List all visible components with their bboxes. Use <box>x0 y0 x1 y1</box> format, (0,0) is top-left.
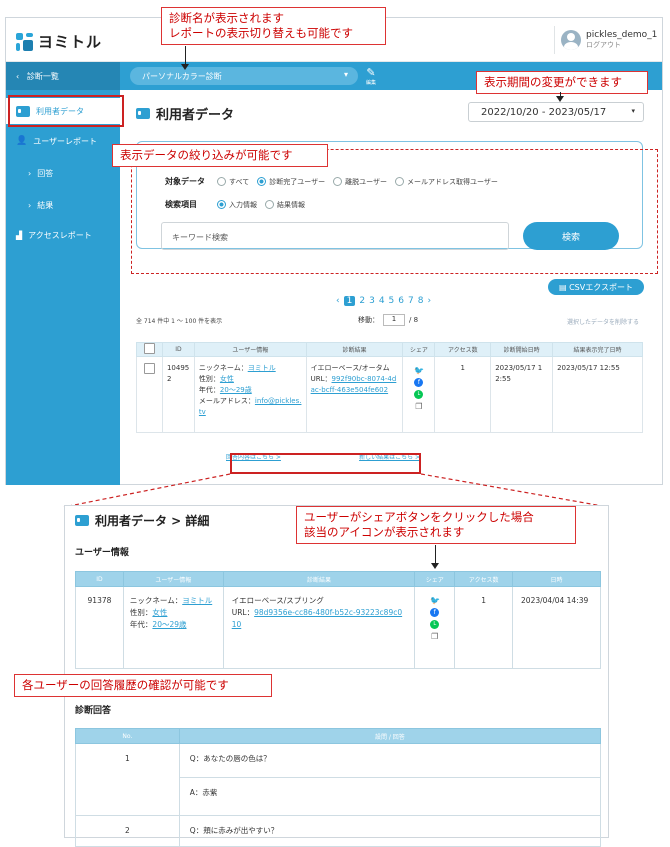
answer-heading: 診断回答 <box>75 706 112 716</box>
annotation-arrowhead <box>431 563 439 569</box>
user-info-heading: ユーザー情報 <box>75 548 129 558</box>
detail-window: 利用者データ > 詳細 ユーザー情報 ID ユーザー情報 診断結果 シェア アクセス数日… <box>64 505 609 847</box>
table-row: 2 Q：頬に赤みが出やすい？ <box>75 815 602 847</box>
table-header: No. 設問 / 回答 <box>75 728 602 744</box>
twitter-icon: 🐦 <box>430 596 441 605</box>
annotation-arrow <box>435 545 436 565</box>
table-row: 91378 ニックネーム：ヨミトル 性別：女性 年代：20～29歳 イエローベー… <box>75 586 601 669</box>
id-card-icon <box>75 515 89 526</box>
copy-icon: ❐ <box>431 632 439 641</box>
table-row: 1 Q：あなたの唇の色は？ <box>75 743 602 816</box>
detail-title: 利用者データ > 詳細 <box>75 512 209 529</box>
detail-user-table: ID ユーザー情報 診断結果 シェア アクセス数 日時 91378 ニックネーム：ヨミトル… <box>75 571 601 669</box>
line-icon: L <box>430 620 440 629</box>
table-header: ID ユーザー情報 診断結果 シェア アクセス数 日時 <box>75 571 601 587</box>
annotation-share: ユーザーがシェアボタンをクリックした場合 該当のアイコンが表示されます <box>296 506 576 544</box>
answer-table: No. 設問 / 回答 1 Q：あなたの唇の色は？ A：赤紫 2 Q：頬に赤みが出… <box>75 728 602 847</box>
facebook-icon: f <box>430 608 440 617</box>
annotation-history: 各ユーザーの回答履歴の確認が可能です <box>14 674 272 697</box>
